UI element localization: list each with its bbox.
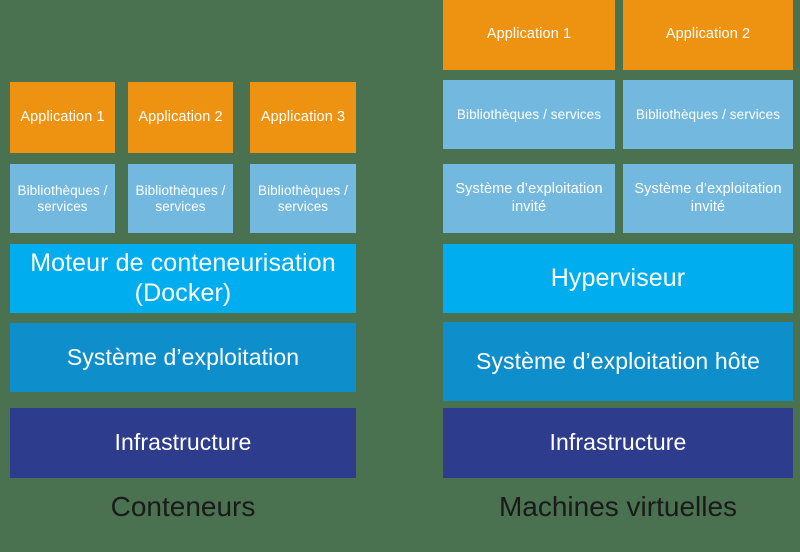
- vm-libraries-1-label: Bibliothèques / services: [456, 106, 602, 122]
- containers-operating-system-box: Système d’exploitation: [10, 323, 356, 392]
- containers-libraries-3-label: Bibliothèques / services: [257, 182, 349, 214]
- vm-infrastructure-label: Infrastructure: [549, 429, 687, 456]
- containers-engine-label: Moteur de conteneurisation (Docker): [30, 249, 336, 307]
- containers-infrastructure-label: Infrastructure: [114, 429, 252, 456]
- vm-application-2-label: Application 2: [665, 26, 751, 43]
- vm-caption: Machines virtuelles: [443, 487, 793, 527]
- containers-infrastructure-box: Infrastructure: [10, 408, 356, 478]
- containers-libraries-2-label: Bibliothèques / services: [135, 182, 226, 214]
- vm-application-1-label: Application 1: [486, 26, 572, 43]
- containers-caption: Conteneurs: [10, 487, 356, 527]
- vm-hypervisor-box: Hyperviseur: [443, 244, 793, 313]
- vm-libraries-1-box: Bibliothèques / services: [443, 80, 615, 149]
- vm-host-operating-system-label: Système d’exploitation hôte: [476, 347, 760, 374]
- containers-libraries-1-label: Bibliothèques / services: [17, 182, 108, 214]
- vm-infrastructure-box: Infrastructure: [443, 408, 793, 478]
- containers-application-1-box: Application 1: [10, 82, 115, 153]
- containers-libraries-3-box: Bibliothèques / services: [250, 164, 356, 233]
- vm-guest-os-1-box: Système d’exploitation invité: [443, 164, 615, 233]
- vm-application-2-box: Application 2: [623, 0, 793, 70]
- containers-application-2-box: Application 2: [128, 82, 233, 153]
- containers-application-2-label: Application 2: [138, 108, 223, 125]
- vm-caption-label: Machines virtuelles: [498, 491, 738, 522]
- containers-operating-system-label: Système d’exploitation: [66, 343, 300, 370]
- vm-application-1-box: Application 1: [443, 0, 615, 70]
- containers-application-3-label: Application 3: [260, 108, 346, 125]
- vm-hypervisor-label: Hyperviseur: [550, 263, 686, 292]
- containers-libraries-2-box: Bibliothèques / services: [128, 164, 233, 233]
- vm-libraries-2-box: Bibliothèques / services: [623, 80, 793, 149]
- diagram-canvas: Application 1 Application 2 Application …: [0, 0, 800, 552]
- containers-application-1-label: Application 1: [20, 108, 105, 125]
- containers-caption-label: Conteneurs: [110, 491, 256, 522]
- containers-engine-box: Moteur de conteneurisation (Docker): [10, 244, 356, 313]
- vm-guest-os-1-label: Système d’exploitation invité: [455, 181, 603, 215]
- vm-guest-os-2-box: Système d’exploitation invité: [623, 164, 793, 233]
- containers-libraries-1-box: Bibliothèques / services: [10, 164, 115, 233]
- containers-application-3-box: Application 3: [250, 82, 356, 153]
- vm-libraries-2-label: Bibliothèques / services: [635, 106, 781, 122]
- vm-host-operating-system-box: Système d’exploitation hôte: [443, 322, 793, 401]
- vm-guest-os-2-label: Système d’exploitation invité: [634, 181, 782, 215]
